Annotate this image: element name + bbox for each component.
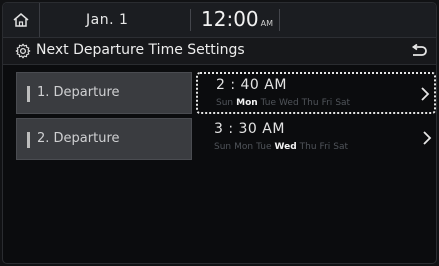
departure-row-2: 2. Departure 3 : 30 AM Sun Mon Tue Wed Thu Fr… [16,118,436,160]
day-thu: Thu [301,98,319,108]
day-wed: Wed [279,98,299,108]
day-thu: Thu [299,142,317,152]
home-icon [13,13,29,27]
departure-row-1: 1. Departure 2 : 40 AM Sun Mon Tue Wed Thu Fr… [16,72,436,114]
clock-display: 12:00 AM [201,7,273,31]
day-wed: Wed [274,142,297,152]
departure-label: 2. Departure [37,131,120,146]
title-bar: Next Departure Time Settings [3,38,436,65]
day-sun: Sun [214,142,232,152]
status-bar: Jan. 1 12:00 AM [3,3,436,38]
departure-days: Sun Mon Tue Wed Thu Fri Sat [216,98,353,108]
day-mon: Mon [234,142,254,152]
status-divider [279,9,280,31]
chevron-right-icon [423,131,432,145]
day-sat: Sat [335,98,351,108]
label-accent-bar [27,132,30,148]
day-sat: Sat [333,142,349,152]
day-mon: Mon [236,98,258,108]
day-fri: Fri [321,98,333,108]
status-divider [190,9,191,31]
day-tue: Tue [260,98,277,108]
clock-ampm: AM [260,19,274,28]
day-tue: Tue [256,142,272,152]
departure-label-button-2[interactable]: 2. Departure [16,118,192,160]
departure-label-button-1[interactable]: 1. Departure [16,72,192,114]
home-button[interactable] [3,3,40,37]
settings-gear-icon [15,43,31,59]
back-arrow-icon [411,44,427,56]
back-button[interactable] [402,38,436,64]
departure-detail-1[interactable]: 2 : 40 AM Sun Mon Tue Wed Thu Fri Sat [196,72,436,114]
chevron-right-icon [421,87,430,101]
departure-detail-2[interactable]: 3 : 30 AM Sun Mon Tue Wed Thu Fri Sat [196,118,436,160]
page-title: Next Departure Time Settings [36,42,245,58]
departure-time: 3 : 30 AM [214,121,285,137]
departure-days: Sun Mon Tue Wed Thu Fri Sat [214,142,351,152]
departure-time: 2 : 40 AM [216,77,287,93]
departure-label: 1. Departure [37,85,120,100]
label-accent-bar [27,86,30,102]
date-display: Jan. 1 [86,12,129,28]
clock-time: 12:00 [201,7,259,31]
day-sun: Sun [216,98,234,108]
screen-frame: Jan. 1 12:00 AM Next Departure Time Setti… [2,2,437,264]
day-fri: Fri [319,142,331,152]
